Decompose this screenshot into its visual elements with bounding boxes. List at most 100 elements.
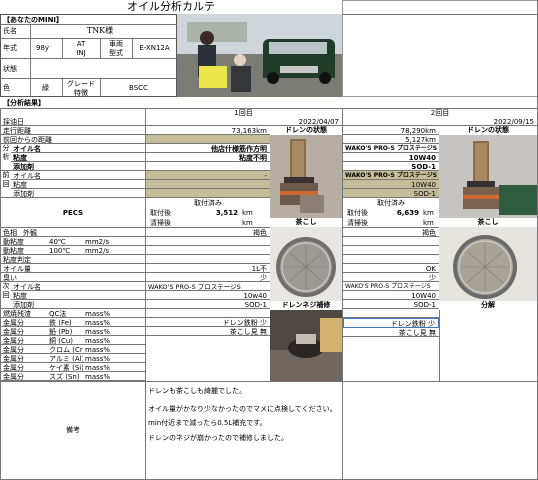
status-label: 状態 <box>3 65 17 73</box>
metal-si-unit: mass% <box>83 363 145 372</box>
grade-value: BSCC <box>129 84 148 92</box>
row-label-kv100: 動粘度 <box>1 246 47 255</box>
r2-color: 褐色 <box>343 228 439 237</box>
metal-cr-unit: mass% <box>83 345 145 354</box>
r2-next-viscosity: 10W40 <box>343 291 439 300</box>
row-label-fuel-soot: 燃焼残渣 <box>1 309 47 318</box>
metal-label-al: 金属分 <box>1 354 47 363</box>
metal-sn-unit: mass% <box>83 372 145 381</box>
r2-pecs-clean-unit: km <box>423 219 434 227</box>
metal-label-cu: 金属分 <box>1 336 47 345</box>
metal-label-pb: 金属分 <box>1 327 47 336</box>
model-year-value: 98y <box>36 44 50 52</box>
r1-viscosity: 粘度不明 <box>146 153 270 162</box>
r1-prev-viscosity <box>146 180 270 189</box>
r2-visc-judge <box>343 255 439 264</box>
r2-oil-name: WAKO'S PRO-S プロステージS <box>343 145 439 153</box>
r2-smell: 少 <box>343 273 439 282</box>
r2-pecs-mount-unit: km <box>423 209 434 217</box>
side-label-next: 次回 <box>1 282 11 309</box>
r1-oil-name: 他店什様筋作方明 <box>146 144 270 153</box>
remarks-label: 備考 <box>66 426 80 434</box>
r1-additive <box>146 162 270 171</box>
r2-oil-amount: OK <box>343 264 439 273</box>
r2-drain-iron[interactable]: ドレン鉄粉 少 <box>343 318 439 328</box>
r1-next-oil-name: WAKO'S PRO-S プロステージS <box>146 282 270 291</box>
r2-kv40 <box>343 237 439 246</box>
kv100-temp: 100℃ <box>47 246 83 255</box>
model-year-label: 年式 <box>3 44 17 52</box>
kv40-temp: 40℃ <box>47 237 83 246</box>
r1-pecs-status: 取付済み <box>194 199 222 207</box>
row-label-next-oil-name: オイル名 <box>11 282 145 291</box>
r1-color: 褐色 <box>146 228 270 237</box>
customer-car-photo <box>177 14 342 97</box>
r1-prev-additive <box>146 189 270 198</box>
grade-label-2: 特徴 <box>74 89 88 97</box>
metal-pb: 鉛 (Pb) <box>47 327 83 336</box>
vehicle-type-label-2: 型式 <box>109 49 123 57</box>
r2-date: 2022/09/15 <box>343 117 537 126</box>
injection-value: INJ <box>76 49 86 57</box>
row-label-oil-name: オイル名 <box>11 144 145 153</box>
row-label-prev-oil-name: オイル名 <box>11 171 145 180</box>
side-label-analysis: 分析 <box>1 144 11 171</box>
metal-label-fe: 金属分 <box>1 318 47 327</box>
metal-cr: クロム (Cr) <box>47 346 83 354</box>
r2-prev-additive: SOD-1 <box>343 189 439 198</box>
vehicle-code-value: E-XN12A <box>139 44 170 52</box>
r2-pecs: 取付済み 取付後 6,639 km 清掃後 km <box>343 198 439 228</box>
metal-al-unit: mass% <box>83 354 145 363</box>
remark-line-1: ドレンも茶こしも綺麗でした。 <box>148 387 246 395</box>
page-title: オイル分析カルテ <box>127 0 215 13</box>
kv40-unit: mm2/s <box>83 237 145 246</box>
round-2-header: 2回目 <box>430 109 450 117</box>
row-label-pecs: PECS <box>1 198 145 228</box>
r1-smell: 少 <box>146 273 270 282</box>
remark-line-2: オイル量がかなり少なかったのでマメに点検してください。 <box>148 405 337 413</box>
r1-kv40 <box>146 237 270 246</box>
color-label: 色 <box>3 84 10 92</box>
row-label-prev-additive: 添加剤 <box>11 189 145 198</box>
r1-next-additive: SOD-1 <box>146 300 270 309</box>
kv100-unit: mm2/s <box>83 246 145 255</box>
metal-sn: スズ (Sn) <box>47 372 83 381</box>
row-label-next-viscosity: 粘度 <box>11 291 145 300</box>
r1-drain-state-label: ドレンの状態 <box>285 126 327 134</box>
r2-kv100 <box>343 246 439 255</box>
row-label-kv40: 動粘度 <box>1 237 47 246</box>
row-label-prev-distance: 前回からの距離 <box>1 135 145 144</box>
metal-label-si: 金属分 <box>1 363 47 372</box>
remark-line-3: min付近まで減ったら0.5L補充です。 <box>148 419 267 427</box>
r1-strainer-photo <box>270 227 342 301</box>
r1-drain-iron: ドレン鉄粉 少 <box>146 318 270 327</box>
transmission-value: AT <box>76 40 86 48</box>
row-label-prev-viscosity: 粘度 <box>11 180 145 189</box>
r1-drain-screw-label: ドレンネジ補修 <box>281 301 331 309</box>
metal-al: アルミ (Al) <box>47 355 83 363</box>
r1-odometer: 73,163km <box>146 126 270 135</box>
r1-date: 2022/04/07 <box>146 117 342 126</box>
r1-strainer: 茶こし見 無 <box>146 327 270 336</box>
r2-breakdown-blank <box>439 310 537 381</box>
r1-pecs-mount-label: 取付後 <box>150 209 171 217</box>
r2-pecs-status: 取付済み <box>377 199 405 207</box>
r1-pecs: 取付済み 取付後 3,512 km 清掃後 km <box>146 198 270 228</box>
row-label-visc-judge: 粘度判定 <box>1 255 145 264</box>
grade-label-1: グレード <box>67 80 95 88</box>
row-label-odometer: 走行距離 <box>1 126 145 135</box>
r1-pecs-mount-value: 3,512 <box>215 209 238 217</box>
analysis-results-label: 【分析結果】 <box>3 99 45 107</box>
r2-pecs-clean-label: 清掃後 <box>347 219 368 227</box>
metal-label-cr: 金属分 <box>1 345 47 354</box>
metal-fe: 鉄 (Fe) <box>47 318 83 327</box>
r1-fuel-soot <box>146 309 270 318</box>
r2-additive: SOD-1 <box>343 162 439 171</box>
r2-odometer: 78,290km <box>343 126 439 135</box>
r2-pecs-mount-value: 6,639 <box>396 209 419 217</box>
r1-drain-screw-photo <box>270 310 342 381</box>
row-label-additive: 添加剤 <box>11 162 145 171</box>
row-label-viscosity: 粘度 <box>11 153 145 162</box>
round-1-header: 1回目 <box>234 109 253 117</box>
metal-pb-unit: mass% <box>83 327 145 336</box>
